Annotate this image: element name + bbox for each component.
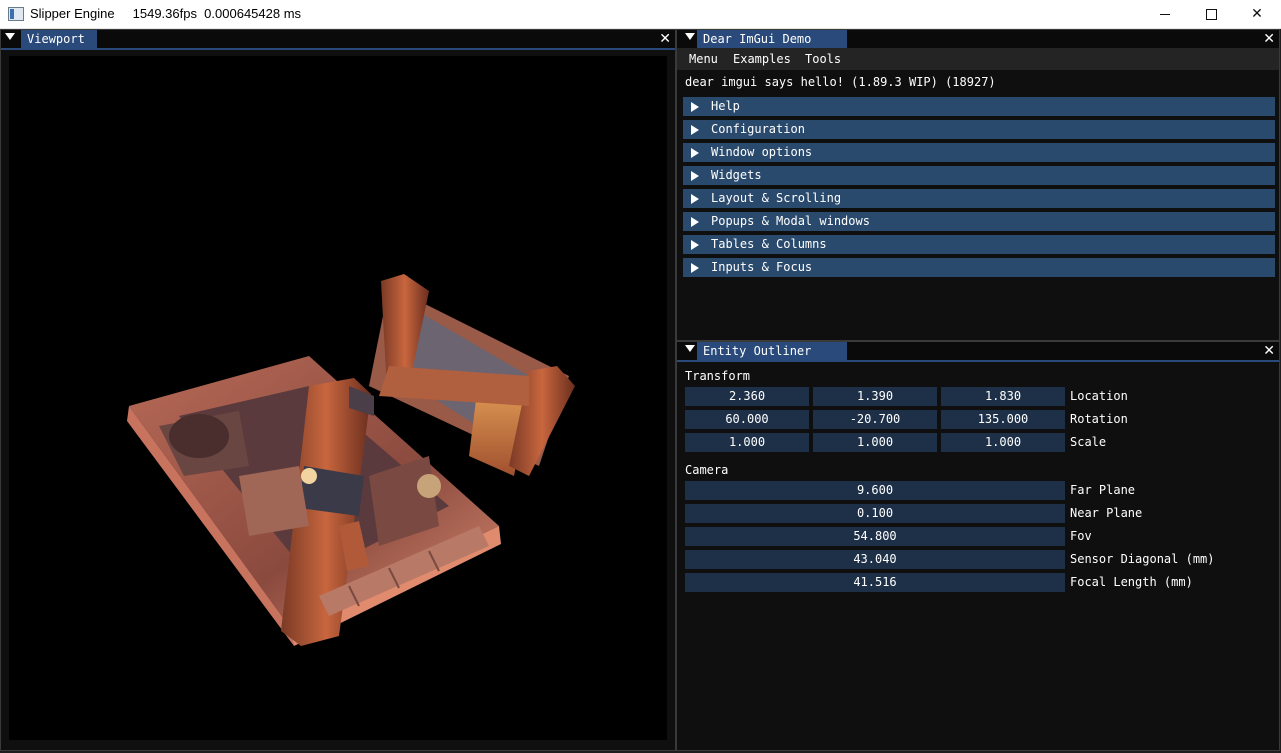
demo-collapse-icon[interactable] <box>685 33 695 40</box>
scale-z-field[interactable]: 1.000 <box>941 433 1065 452</box>
scale-label: Scale <box>1070 435 1107 449</box>
tab-viewport[interactable]: Viewport <box>21 30 97 48</box>
menu-menu[interactable]: Menu <box>689 48 718 70</box>
viewport-render[interactable] <box>9 56 667 740</box>
window-titlebar[interactable]: Slipper Engine 1549.36fps 0.000645428 ms… <box>0 0 1281 29</box>
expand-arrow-icon <box>691 240 699 250</box>
fov-field[interactable]: 54.800 <box>685 527 1065 546</box>
focal-length-label: Focal Length (mm) <box>1070 575 1193 589</box>
expand-arrow-icon <box>691 171 699 181</box>
scale-y-field[interactable]: 1.000 <box>813 433 937 452</box>
sensor-diagonal-field[interactable]: 43.040 <box>685 550 1065 569</box>
outliner-close-icon[interactable]: ✕ <box>1263 342 1275 360</box>
location-x-field[interactable]: 2.360 <box>685 387 809 406</box>
viewport-close-icon[interactable]: ✕ <box>659 30 671 48</box>
far-plane-label: Far Plane <box>1070 483 1136 497</box>
rotation-label: Rotation <box>1070 412 1128 426</box>
tab-entity-outliner[interactable]: Entity Outliner <box>697 342 847 360</box>
imgui-demo-panel: Dear ImGui Demo ✕ Menu Examples Tools de… <box>676 29 1280 341</box>
section-widgets[interactable]: Widgets <box>683 166 1275 185</box>
transform-heading: Transform <box>685 369 751 383</box>
expand-arrow-icon <box>691 217 699 227</box>
close-window-button[interactable]: ✕ <box>1234 0 1280 28</box>
demo-menubar: Menu Examples Tools <box>677 48 1279 70</box>
scale-x-field[interactable]: 1.000 <box>685 433 809 452</box>
camera-heading: Camera <box>685 463 729 477</box>
rotation-z-field[interactable]: 135.000 <box>941 410 1065 429</box>
sensor-diagonal-label: Sensor Diagonal (mm) <box>1070 552 1215 566</box>
fov-label: Fov <box>1070 529 1092 543</box>
demo-tabbar: Dear ImGui Demo ✕ <box>677 30 1279 50</box>
section-help[interactable]: Help <box>683 97 1275 116</box>
outliner-tabbar: Entity Outliner ✕ <box>677 342 1279 362</box>
location-z-field[interactable]: 1.830 <box>941 387 1065 406</box>
viewport-tabbar: Viewport ✕ <box>1 30 675 50</box>
minimize-icon <box>1160 13 1170 15</box>
scene-render-image <box>127 274 575 646</box>
demo-greeting: dear imgui says hello! (1.89.3 WIP) (189… <box>685 75 996 89</box>
expand-arrow-icon <box>691 148 699 158</box>
entity-outliner-panel: Entity Outliner ✕ Transform 2.360 1.390 … <box>676 341 1280 751</box>
outliner-collapse-icon[interactable] <box>685 345 695 352</box>
app-icon <box>8 7 24 21</box>
expand-arrow-icon <box>691 263 699 273</box>
maximize-icon <box>1205 8 1217 20</box>
close-icon: ✕ <box>1251 6 1263 22</box>
app-client-area: Viewport ✕ Dear ImGui Demo ✕ Menu Exampl… <box>0 29 1281 753</box>
demo-close-icon[interactable]: ✕ <box>1263 30 1275 48</box>
maximize-button[interactable] <box>1188 0 1234 28</box>
near-plane-label: Near Plane <box>1070 506 1143 520</box>
viewport-collapse-icon[interactable] <box>5 33 15 40</box>
section-popups-modal[interactable]: Popups & Modal windows <box>683 212 1275 231</box>
rotation-x-field[interactable]: 60.000 <box>685 410 809 429</box>
expand-arrow-icon <box>691 102 699 112</box>
viewport-panel: Viewport ✕ <box>0 29 676 751</box>
rotation-y-field[interactable]: -20.700 <box>813 410 937 429</box>
near-plane-field[interactable]: 0.100 <box>685 504 1065 523</box>
menu-examples[interactable]: Examples <box>733 48 791 70</box>
minimize-button[interactable] <box>1142 0 1188 28</box>
location-y-field[interactable]: 1.390 <box>813 387 937 406</box>
focal-length-field[interactable]: 41.516 <box>685 573 1065 592</box>
menu-tools[interactable]: Tools <box>805 48 841 70</box>
section-layout-scrolling[interactable]: Layout & Scrolling <box>683 189 1275 208</box>
expand-arrow-icon <box>691 194 699 204</box>
section-configuration[interactable]: Configuration <box>683 120 1275 139</box>
far-plane-field[interactable]: 9.600 <box>685 481 1065 500</box>
section-tables-columns[interactable]: Tables & Columns <box>683 235 1275 254</box>
section-inputs-focus[interactable]: Inputs & Focus <box>683 258 1275 277</box>
location-label: Location <box>1070 389 1128 403</box>
section-window-options[interactable]: Window options <box>683 143 1275 162</box>
expand-arrow-icon <box>691 125 699 135</box>
tab-dear-imgui-demo[interactable]: Dear ImGui Demo <box>697 30 847 48</box>
window-title: Slipper Engine 1549.36fps 0.000645428 ms <box>30 6 302 21</box>
